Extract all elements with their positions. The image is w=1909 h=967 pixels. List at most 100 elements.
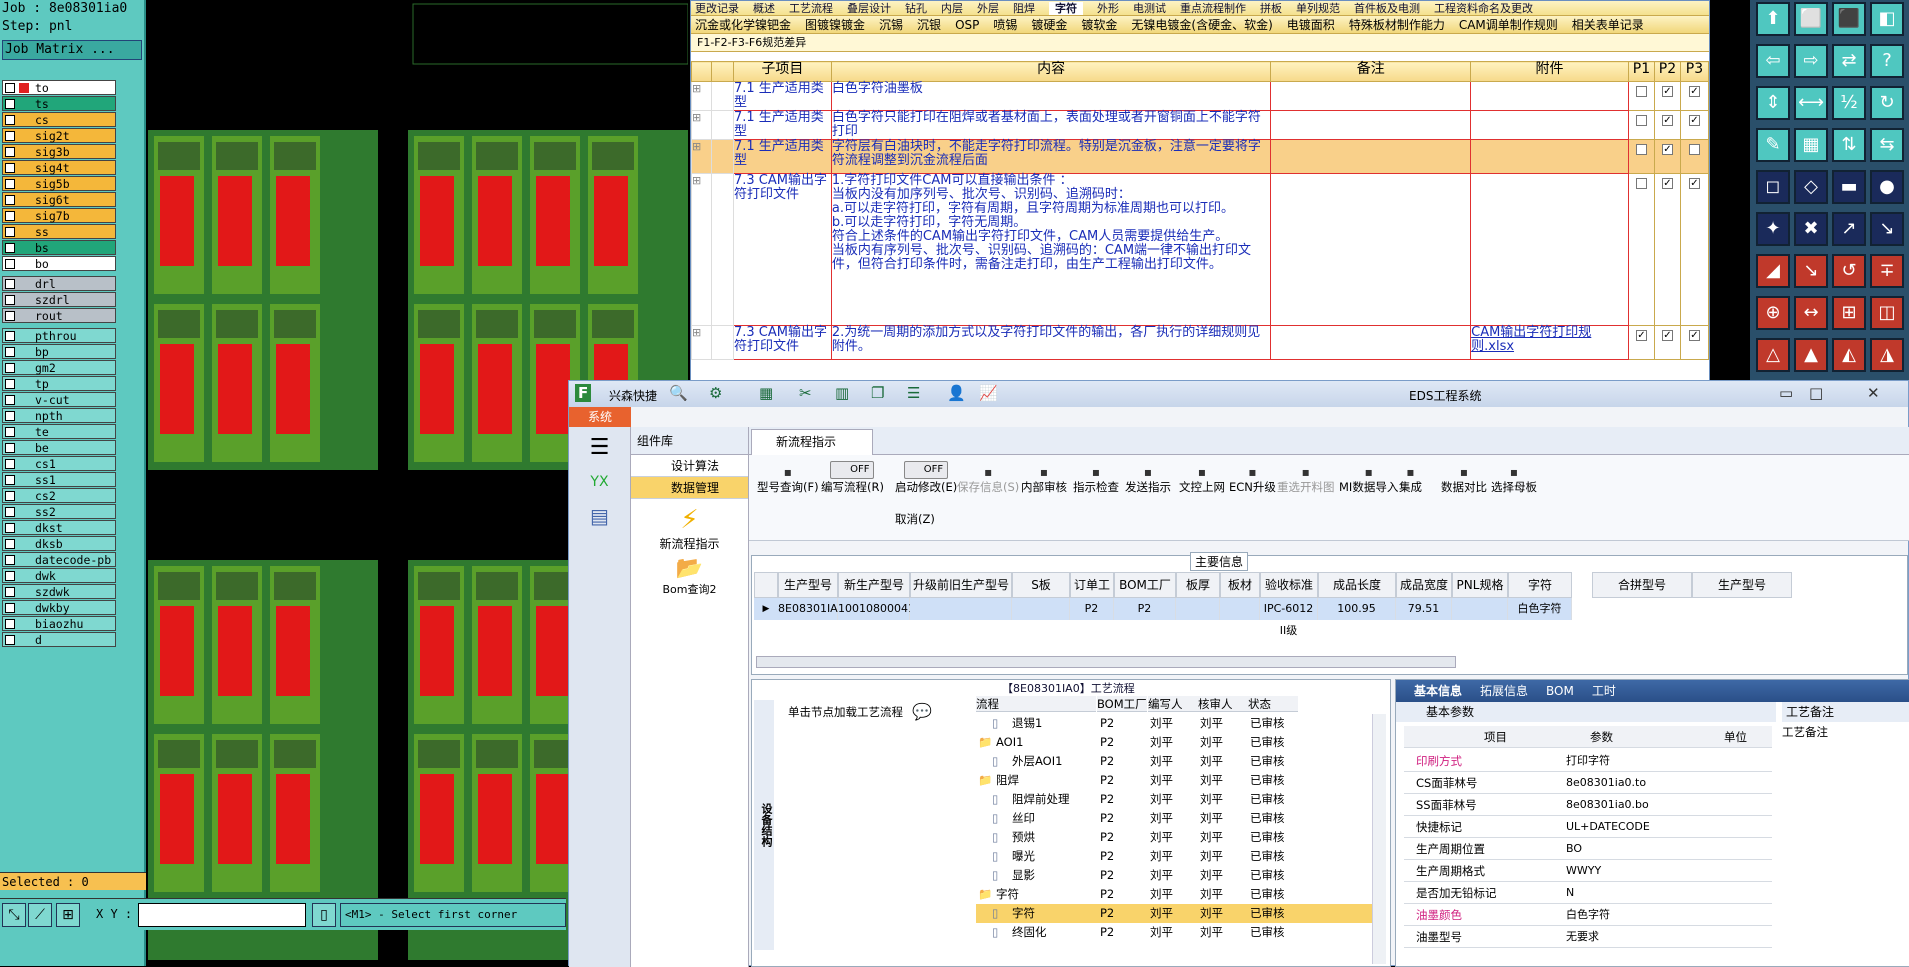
rule-subtab[interactable]: OSP — [955, 18, 979, 32]
layer-row[interactable]: v-cut — [2, 392, 116, 407]
param-value[interactable]: UL+DATECODE — [1566, 816, 1650, 838]
grid-col-header[interactable]: 板材 — [1220, 572, 1260, 598]
grid-cell[interactable]: 10010800041848 — [838, 598, 936, 620]
param-row[interactable]: 生产周期位置 BO — [1404, 838, 1772, 860]
ribbon-button[interactable]: OFF 启动修改(E) — [895, 461, 957, 495]
checkbox[interactable] — [1635, 144, 1647, 155]
grid-cell[interactable] — [1176, 598, 1220, 620]
rule-subtab[interactable]: 镀软金 — [1081, 18, 1117, 32]
layer-row[interactable]: drl — [2, 276, 116, 291]
rule-row[interactable]: ⊞ 7.1 生产适用类型 字符层有白油块时，不能走字符打印流程。特别是沉金板，注意一… — [691, 139, 1710, 174]
rule-tab[interactable]: 叠层设计 — [847, 2, 891, 15]
scissors-icon[interactable]: ✂ — [799, 384, 812, 402]
info-tab[interactable]: BOM — [1546, 684, 1574, 698]
layer-checkbox[interactable] — [5, 83, 15, 93]
grid-icon[interactable]: ⊞ — [56, 903, 80, 927]
rule-subtab[interactable]: 沉金或化学镍钯金 — [695, 18, 791, 32]
layer-row[interactable]: dksb — [2, 536, 116, 551]
grid-cell[interactable]: 100.95 — [1318, 598, 1396, 620]
grid-cell[interactable]: P2 — [1070, 598, 1114, 620]
layer-checkbox[interactable] — [5, 99, 15, 109]
flow-row[interactable]: ▯ 曝光 P2 刘平 刘平 已审核 — [976, 847, 1372, 866]
cam-tool-icon[interactable]: ⬜ — [1794, 2, 1828, 36]
param-value[interactable]: 无要求 — [1566, 926, 1599, 948]
rule-tab[interactable]: 概述 — [753, 2, 775, 15]
vertical-scrollbar[interactable] — [1372, 714, 1386, 964]
rule-tab[interactable]: 字符 — [1049, 2, 1083, 15]
cam-tool-icon[interactable]: ⬆ — [1756, 2, 1790, 36]
layer-checkbox[interactable] — [5, 243, 15, 253]
job-matrix-button[interactable]: Job Matrix ... — [2, 40, 142, 60]
user-icon[interactable]: 👤 — [947, 384, 966, 402]
flow-row[interactable]: 📁 字符 P2 刘平 刘平 已审核 — [976, 885, 1372, 904]
grid-col-header[interactable]: 生产型号 — [778, 572, 838, 598]
layer-row[interactable]: be — [2, 440, 116, 455]
layer-checkbox[interactable] — [5, 227, 15, 237]
checkbox[interactable]: ✓ — [1661, 144, 1673, 155]
layer-checkbox[interactable] — [5, 379, 15, 389]
ribbon-button[interactable]: ▪ 选择母板 — [1491, 465, 1537, 495]
layer-checkbox[interactable] — [5, 115, 15, 125]
param-value[interactable]: WWYY — [1566, 860, 1601, 882]
cam-tool-icon[interactable]: ⊕ — [1756, 296, 1790, 330]
device-structure-tab[interactable]: 设备结构 — [754, 700, 774, 950]
cam-tool-icon[interactable]: ⇆ — [1870, 128, 1904, 162]
cam-tool-icon[interactable]: ⟷ — [1794, 86, 1828, 120]
grid-cell[interactable] — [1452, 598, 1508, 620]
grid-col-header[interactable]: 订单工厂 — [1070, 572, 1114, 616]
rule-row[interactable]: ⊞ 7.3 CAM输出字符打印文件 2.为统一周期的添加方式以及字符打印文件的输出，… — [691, 325, 1710, 360]
rule-tab[interactable]: 内层 — [941, 2, 963, 15]
layer-checkbox[interactable] — [5, 619, 15, 629]
layer-checkbox[interactable] — [5, 443, 15, 453]
layer-row[interactable]: bo — [2, 256, 116, 271]
layer-checkbox[interactable] — [5, 211, 15, 221]
cam-tool-icon[interactable]: ✎ — [1756, 128, 1790, 162]
ribbon-button[interactable]: ▪ 数据对比 — [1441, 465, 1487, 495]
layer-row[interactable]: szdrl — [2, 292, 116, 307]
flow-col-header[interactable]: 状态 — [1248, 696, 1298, 712]
cam-tool-icon[interactable]: ⇅ — [1832, 128, 1866, 162]
rule-subtab[interactable]: 沉锡 — [879, 18, 903, 32]
layer-checkbox[interactable] — [5, 523, 15, 533]
info-tab[interactable]: 基本信息 — [1414, 684, 1462, 698]
flow-row[interactable]: ▯ 丝印 P2 刘平 刘平 已审核 — [976, 809, 1372, 828]
param-row[interactable]: 生产周期格式 WWYY — [1404, 860, 1772, 882]
flow-col-header[interactable]: 编写人 — [1148, 696, 1198, 712]
layer-row[interactable]: sig6t — [2, 192, 116, 207]
expand-icon[interactable]: ⊞ — [691, 81, 712, 111]
checkbox[interactable]: ✓ — [1635, 330, 1647, 341]
ribbon-button[interactable]: ▪ 内部审核 — [1021, 465, 1067, 495]
layer-checkbox[interactable] — [5, 179, 15, 189]
rule-attachment[interactable] — [1470, 81, 1629, 111]
expand-icon[interactable]: ⊞ — [691, 139, 712, 174]
rule-attachment[interactable]: CAM输出字符打印规则.xlsx — [1470, 325, 1629, 360]
layer-checkbox[interactable] — [5, 539, 15, 549]
layer-row[interactable]: sig7b — [2, 208, 116, 223]
rule-subtab[interactable]: CAM调单制作规则 — [1459, 18, 1558, 32]
system-tab[interactable]: 系统 — [569, 407, 631, 427]
layer-row[interactable]: ss2 — [2, 504, 116, 519]
layer-row[interactable]: cs2 — [2, 488, 116, 503]
layer-checkbox[interactable] — [5, 147, 15, 157]
checkbox[interactable]: ✓ — [1661, 178, 1673, 189]
flow-row[interactable]: ▯ 字符 P2 刘平 刘平 已审核 — [976, 904, 1372, 923]
maximize-icon[interactable]: □ — [1809, 384, 1823, 402]
flow-row[interactable]: ▯ 显影 P2 刘平 刘平 已审核 — [976, 866, 1372, 885]
grid-cell[interactable]: 白色字符 — [1508, 598, 1572, 620]
param-value[interactable]: BO — [1566, 838, 1582, 860]
grid-col-header[interactable]: PNL规格 — [1452, 572, 1508, 598]
flow-row[interactable]: ▯ 阻焊前处理 P2 刘平 刘平 已审核 — [976, 790, 1372, 809]
layer-checkbox[interactable] — [5, 195, 15, 205]
rule-tab[interactable]: 工艺流程 — [789, 2, 833, 15]
cam-tool-icon[interactable]: ◢ — [1756, 254, 1790, 288]
param-row[interactable]: CS面菲林号 8e08301ia0.to — [1404, 772, 1772, 794]
layer-row[interactable]: sig2t — [2, 128, 116, 143]
layer-checkbox[interactable] — [5, 507, 15, 517]
layer-row[interactable]: cs1 — [2, 456, 116, 471]
rule-third-tab[interactable]: F1-F2-F3-F6规范差异 — [691, 34, 1709, 52]
layer-row[interactable]: te — [2, 424, 116, 439]
layer-row[interactable]: szdwk — [2, 584, 116, 599]
grid-cell[interactable]: IPC-6012 II级 — [1260, 598, 1318, 637]
layer-checkbox[interactable] — [5, 475, 15, 485]
cam-tool-icon[interactable]: ◫ — [1870, 296, 1904, 330]
